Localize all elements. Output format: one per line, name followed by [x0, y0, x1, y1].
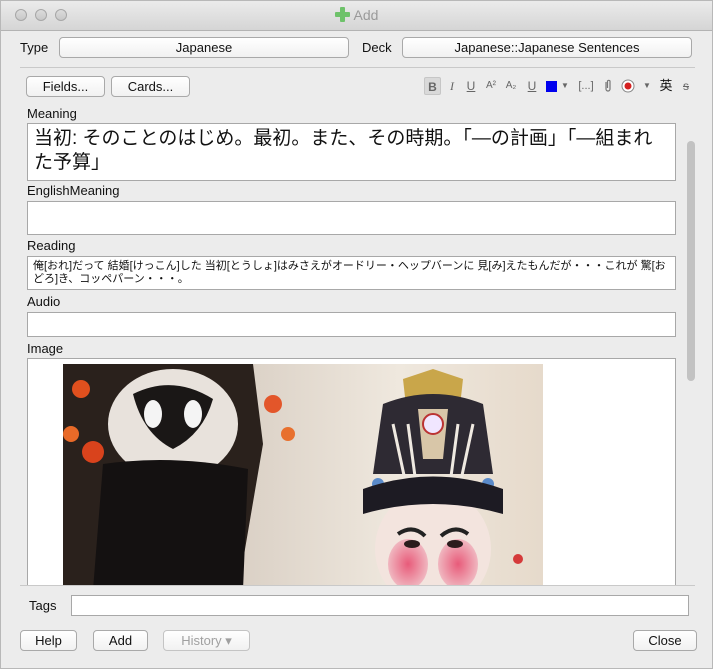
kana-toggle-button[interactable]: 英: [657, 77, 675, 95]
history-button[interactable]: History ▾: [163, 630, 250, 651]
tags-input[interactable]: [71, 595, 689, 616]
field-label-audio: Audio: [27, 294, 61, 309]
field-label-image: Image: [27, 341, 64, 356]
attach-paperclip-icon[interactable]: [601, 77, 615, 95]
subscript-button[interactable]: A₂: [502, 77, 520, 95]
underline-button[interactable]: U: [463, 77, 479, 95]
field-label-english-meaning: EnglishMeaning: [27, 183, 120, 198]
field-image[interactable]: [27, 358, 676, 585]
scrollbar-thumb[interactable]: [687, 141, 695, 381]
field-meaning[interactable]: 当初: そのことのはじめ。最初。また、その時期。「―の計画」「―組まれた予算」: [27, 123, 676, 181]
type-label: Type: [20, 40, 49, 55]
title-bar: Add: [1, 1, 712, 31]
clear-format-button[interactable]: U: [523, 77, 541, 95]
record-audio-icon[interactable]: [619, 77, 637, 95]
text-color-swatch[interactable]: [546, 81, 557, 92]
tags-label: Tags: [29, 598, 57, 613]
add-note-window: Add Type Japanese Deck Japanese::Japanes…: [0, 0, 713, 669]
window-title: Add: [1, 7, 712, 23]
italic-button[interactable]: I: [444, 77, 460, 95]
fields-scroll-area[interactable]: Meaning 当初: そのことのはじめ。最初。また、その時期。「―の計画」「―…: [20, 101, 699, 585]
field-label-meaning: Meaning: [27, 106, 77, 121]
field-audio[interactable]: [27, 312, 676, 337]
deck-label: Deck: [362, 40, 392, 55]
cards-button[interactable]: Cards...: [111, 76, 190, 97]
close-button[interactable]: Close: [633, 630, 697, 651]
bold-button[interactable]: B: [424, 77, 441, 95]
field-label-reading: Reading: [27, 238, 76, 253]
field-english-meaning[interactable]: [27, 201, 676, 235]
cloze-button[interactable]: [...]: [573, 77, 599, 95]
fields-button[interactable]: Fields...: [26, 76, 105, 97]
help-button[interactable]: Help: [20, 630, 77, 651]
more-options-dropdown-icon[interactable]: ▼: [641, 77, 653, 95]
window-title-text: Add: [353, 7, 379, 23]
deck-button[interactable]: Japanese::Japanese Sentences: [402, 37, 692, 58]
divider: [20, 67, 695, 68]
divider: [20, 585, 695, 586]
vertical-scrollbar[interactable]: [687, 101, 695, 585]
note-type-button[interactable]: Japanese: [59, 37, 349, 58]
superscript-button[interactable]: A²: [482, 77, 500, 95]
html-editor-button[interactable]: s: [679, 77, 693, 95]
add-plus-icon: [334, 7, 350, 22]
text-color-dropdown-icon[interactable]: ▼: [559, 77, 571, 95]
field-reading[interactable]: 俺[おれ]だって 結婚[けっこん]した 当初[とうしょ]はみさえがオードリー・ヘ…: [27, 256, 676, 290]
add-button[interactable]: Add: [93, 630, 148, 651]
opera-performers-image: [63, 364, 543, 585]
